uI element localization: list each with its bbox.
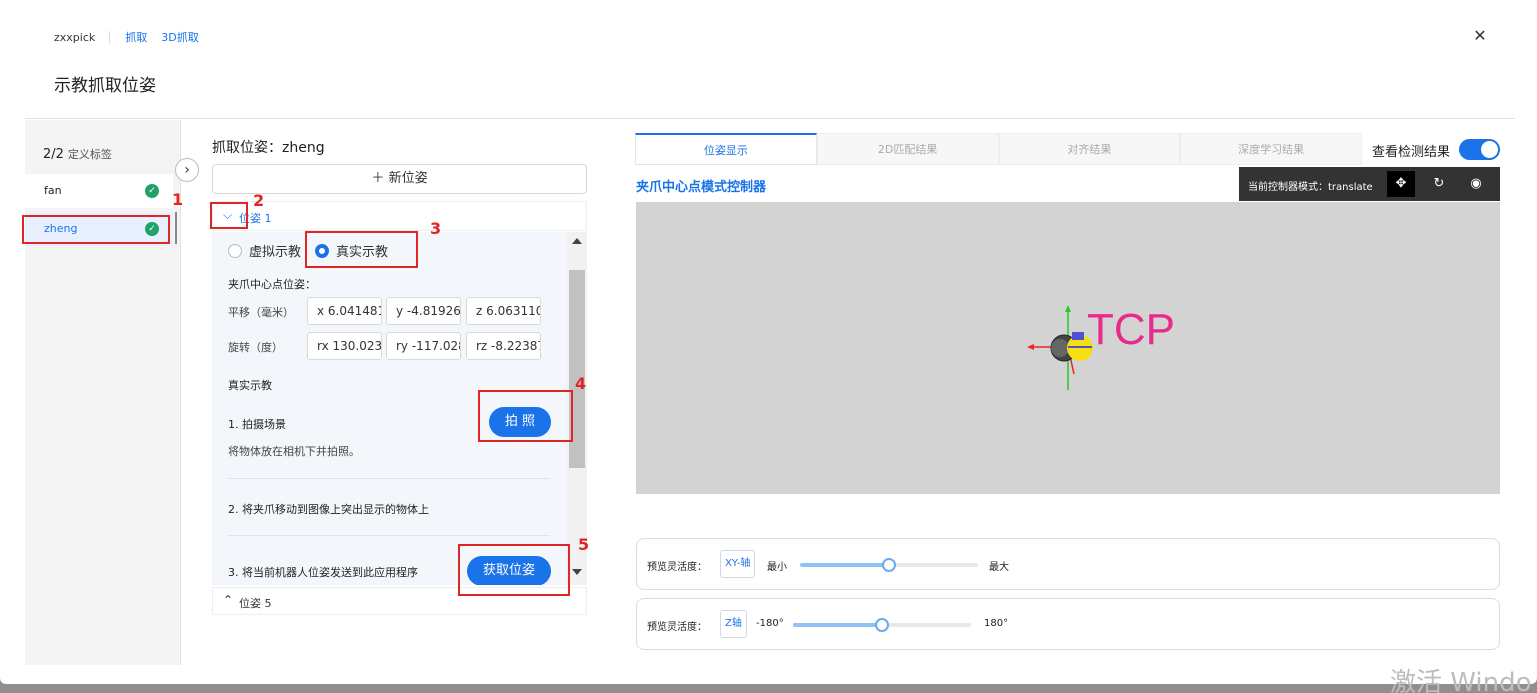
flex-label: 预览灵活度： <box>647 562 707 573</box>
annotation-box-4 <box>478 390 573 442</box>
axis-xy-tag[interactable]: XY-轴 <box>720 550 756 578</box>
radio-virtual[interactable] <box>228 243 242 258</box>
pose-1-header[interactable]: ⌵ 位姿 1 <box>212 201 587 231</box>
plus-icon: ＋ <box>371 171 385 186</box>
annotation-number-4: 4 <box>575 374 587 393</box>
annotation-box-2 <box>210 202 248 229</box>
step-1-desc: 将物体放在相机下并拍照。 <box>228 445 360 458</box>
slider-z-fill <box>793 623 882 627</box>
3d-viewport[interactable]: TCP <box>636 202 1500 494</box>
label-count-value: 2/2 <box>43 147 64 162</box>
rotate-icon[interactable]: ↻ <box>1425 171 1453 197</box>
divider <box>25 118 1515 119</box>
sidebar-item-label: fan <box>44 184 62 197</box>
controller-toolbar: 当前控制器模式：translate ✥ ↻ ◉ <box>1239 167 1500 201</box>
tab-2d-match[interactable]: 2D匹配结果 <box>816 133 999 165</box>
slider-z-thumb[interactable] <box>875 618 889 632</box>
step-2-text: 2. 将夹爪移动到图像上突出显示的物体上 <box>228 503 429 516</box>
chevron-up-icon[interactable]: ⌃ <box>223 593 233 607</box>
translate-y-input[interactable]: y -4.819260 <box>386 297 461 325</box>
slider-card-z: 预览灵活度： Z轴 -180° 180° <box>636 598 1500 650</box>
page-title: 示教抓取位姿 <box>54 76 156 96</box>
annotation-box-3 <box>305 231 418 268</box>
axis-z-tag[interactable]: Z轴 <box>720 610 747 638</box>
controller-title: 夹爪中心点模式控制器 <box>636 180 767 195</box>
annotation-box-5 <box>458 544 570 596</box>
slider-card-xy: 预览灵活度： XY-轴 最小 最大 <box>636 538 1500 590</box>
new-pose-label: 新位姿 <box>388 171 428 186</box>
slider-max-label: 180° <box>984 618 1009 629</box>
flex-label: 预览灵活度： <box>647 622 707 633</box>
brand-label: zxxpick <box>54 30 111 44</box>
result-tabs: 位姿显示 2D匹配结果 对齐结果 深度学习结果 <box>635 133 1362 165</box>
divider <box>228 478 550 479</box>
step-1-text: 1. 拍摄场景 <box>228 418 286 431</box>
controller-mode-text: 当前控制器模式：translate <box>1248 182 1373 193</box>
translate-x-input[interactable]: x 6.041481 <box>307 297 382 325</box>
tab-deep-learning[interactable]: 深度学习结果 <box>1180 133 1362 165</box>
slider-max-label: 最大 <box>989 562 1009 573</box>
tcp-label: TCP <box>1087 305 1175 354</box>
slider-xy-track[interactable] <box>800 558 978 572</box>
tab-alignment[interactable]: 对齐结果 <box>998 133 1181 165</box>
annotation-number-1: 1 <box>172 190 184 209</box>
pose-5-label: 位姿 5 <box>239 597 272 610</box>
annotation-number-3: 3 <box>430 219 442 238</box>
annotation-box-1 <box>22 215 170 244</box>
label-count-title: 定义标签 <box>67 148 112 161</box>
divider <box>228 535 550 536</box>
activation-watermark: 激活 Windo <box>1390 668 1532 693</box>
slider-min-label: -180° <box>756 618 784 629</box>
detection-toggle-label: 查看检测结果 <box>1372 145 1451 160</box>
tab-pose-display[interactable]: 位姿显示 <box>635 133 817 165</box>
rotate-ry-input[interactable]: ry -117.028 <box>386 332 461 360</box>
annotation-number-2: 2 <box>253 191 265 210</box>
detection-toggle[interactable] <box>1459 139 1500 160</box>
check-icon: ✓ <box>145 184 159 198</box>
step-3-text: 3. 将当前机器人位姿发送到此应用程序 <box>228 566 418 579</box>
slider-z-track[interactable] <box>793 618 971 632</box>
rotate-rx-input[interactable]: rx 130.0238 <box>307 332 382 360</box>
breadcrumb: zxxpick 抓取 3D抓取 <box>54 29 199 45</box>
slider-xy-fill <box>800 563 889 567</box>
toggle-knob <box>1481 141 1498 158</box>
rotate-label: 旋转（度） <box>228 341 283 354</box>
slider-min-label: 最小 <box>767 562 787 573</box>
close-icon[interactable]: ✕ <box>1470 26 1490 46</box>
scroll-up-icon[interactable] <box>572 238 582 244</box>
eye-icon[interactable]: ◉ <box>1462 171 1490 197</box>
move-icon[interactable]: ✥ <box>1387 171 1415 197</box>
tcp-pose-label: 夹爪中心点位姿： <box>228 278 316 291</box>
translate-label: 平移（毫米） <box>228 306 294 319</box>
annotation-number-5: 5 <box>578 535 590 554</box>
label-count: 2/2 定义标签 <box>43 146 112 162</box>
pose-title: 抓取位姿：zheng <box>212 140 325 156</box>
translate-z-input[interactable]: z 6.063110 <box>466 297 541 325</box>
scroll-indicator <box>175 212 177 244</box>
slider-xy-thumb[interactable] <box>882 558 896 572</box>
tcp-gizmo[interactable] <box>636 202 1500 494</box>
rotate-rz-input[interactable]: rz -8.22387 <box>466 332 541 360</box>
chevron-right-icon[interactable]: › <box>175 158 199 182</box>
crumb-3d-grab[interactable]: 3D抓取 <box>161 29 198 45</box>
new-pose-button[interactable]: ＋ 新位姿 <box>212 164 587 194</box>
crumb-grab[interactable]: 抓取 <box>125 29 147 45</box>
real-teach-title: 真实示教 <box>228 379 272 392</box>
scroll-down-icon[interactable] <box>572 569 582 575</box>
sidebar-item-fan[interactable]: fan ✓ <box>25 174 173 208</box>
radio-virtual-label[interactable]: 虚拟示教 <box>249 241 301 260</box>
dialog: zxxpick 抓取 3D抓取 ✕ 示教抓取位姿 2/2 定义标签 fan ✓ z… <box>0 0 1537 684</box>
sidebar: 2/2 定义标签 fan ✓ zheng ✓ <box>25 120 180 665</box>
